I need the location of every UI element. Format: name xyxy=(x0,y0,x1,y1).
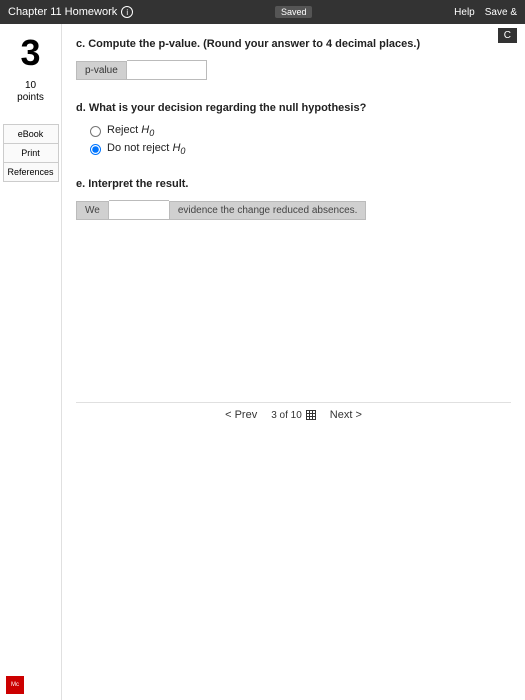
interpret-row: We evidence the change reduced absences. xyxy=(76,200,511,220)
publisher-logo: Mc xyxy=(6,676,24,694)
info-icon[interactable]: i xyxy=(121,6,133,18)
interpret-cell-tail: evidence the change reduced absences. xyxy=(169,201,367,220)
radio-reject-input[interactable] xyxy=(90,126,101,137)
radio-reject[interactable]: Reject H0 xyxy=(90,124,511,138)
points: 10 points xyxy=(17,80,44,104)
prev-button[interactable]: < Prev xyxy=(225,409,257,421)
assignment-title: Chapter 11 Homework xyxy=(8,6,117,18)
radio-do-not-reject-label: Do not reject H0 xyxy=(107,142,185,156)
section-e: e. Interpret the result. We evidence the… xyxy=(76,178,511,220)
save-link[interactable]: Save & xyxy=(485,7,517,18)
points-label: points xyxy=(17,92,44,103)
topbar-center: Saved xyxy=(133,6,454,18)
main: 3 10 points eBook Print References C c. … xyxy=(0,24,525,700)
topbar-right: Help Save & xyxy=(454,7,517,18)
pvalue-row: p-value xyxy=(76,60,511,80)
footer-nav: < Prev 3 of 10 Next > xyxy=(76,402,511,427)
interpret-input[interactable] xyxy=(109,200,169,220)
spacer xyxy=(76,242,511,402)
references-button[interactable]: References xyxy=(3,163,59,182)
saved-badge: Saved xyxy=(275,6,313,18)
points-value: 10 xyxy=(25,80,36,91)
grid-icon[interactable] xyxy=(306,410,316,420)
interpret-cell-we: We xyxy=(76,201,109,220)
left-column: 3 10 points eBook Print References xyxy=(0,24,62,700)
question-number: 3 xyxy=(20,32,40,74)
nav-position: 3 of 10 xyxy=(271,410,316,421)
check-button[interactable]: C xyxy=(498,28,517,43)
pvalue-input[interactable] xyxy=(127,60,207,80)
section-e-label: e. Interpret the result. xyxy=(76,178,511,190)
pvalue-label: p-value xyxy=(76,61,127,80)
radio-do-not-reject[interactable]: Do not reject H0 xyxy=(90,142,511,156)
next-button[interactable]: Next > xyxy=(330,409,362,421)
top-bar: Chapter 11 Homework i Saved Help Save & xyxy=(0,0,525,24)
section-d-label: d. What is your decision regarding the n… xyxy=(76,102,511,114)
radio-do-not-reject-input[interactable] xyxy=(90,144,101,155)
ebook-button[interactable]: eBook xyxy=(3,124,59,144)
radio-reject-label: Reject H0 xyxy=(107,124,154,138)
section-c-label: c. Compute the p-value. (Round your answ… xyxy=(76,38,511,50)
section-c: c. Compute the p-value. (Round your answ… xyxy=(76,38,511,80)
print-button[interactable]: Print xyxy=(3,144,59,163)
content: C c. Compute the p-value. (Round your an… xyxy=(62,24,525,700)
section-d: d. What is your decision regarding the n… xyxy=(76,102,511,156)
help-link[interactable]: Help xyxy=(454,7,475,18)
side-buttons: eBook Print References xyxy=(3,118,59,182)
